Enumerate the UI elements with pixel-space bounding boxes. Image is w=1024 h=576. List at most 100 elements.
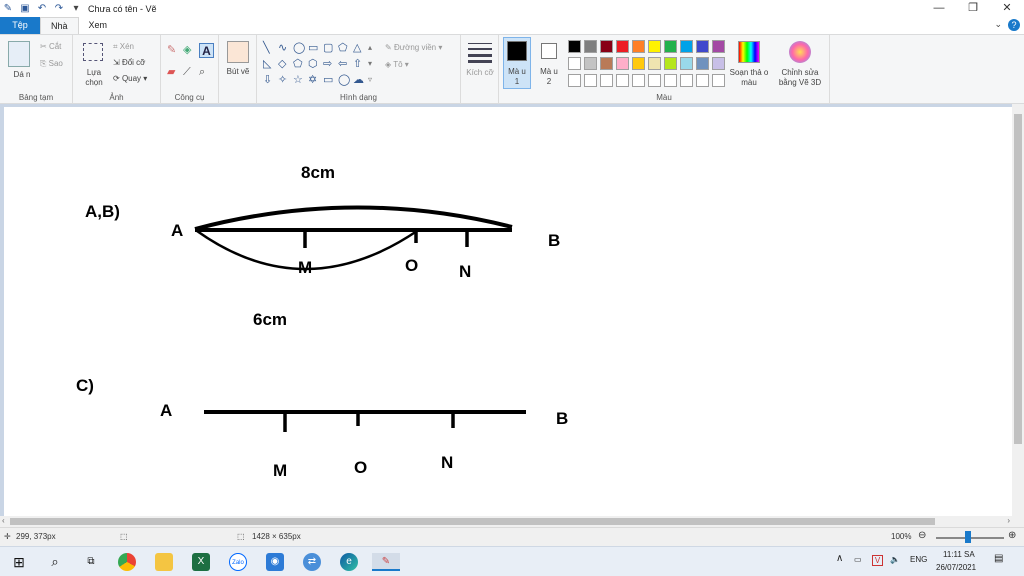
palette-swatch[interactable] xyxy=(712,40,725,53)
paint-taskbar-icon[interactable]: ✎ xyxy=(372,553,400,571)
palette-swatch[interactable] xyxy=(584,40,597,53)
customize-chevron-icon[interactable]: ▾ xyxy=(70,3,82,15)
redo-icon[interactable]: ↷ xyxy=(53,3,65,15)
callout-oval-shape-icon[interactable]: ◯ xyxy=(338,73,353,87)
tab-home[interactable]: Nhà xyxy=(40,17,79,34)
palette-swatch[interactable] xyxy=(632,57,645,70)
magnifier-icon[interactable]: ⌕ xyxy=(199,67,205,78)
color-picker-icon[interactable]: ⟋ xyxy=(183,67,191,78)
excel-icon[interactable]: X xyxy=(192,553,210,571)
callout-rect-shape-icon[interactable]: ▭ xyxy=(323,73,338,87)
pencil-icon[interactable]: ✎ xyxy=(167,45,176,56)
palette-swatch[interactable] xyxy=(600,40,613,53)
undo-icon[interactable]: ↶ xyxy=(36,3,48,15)
palette-swatch[interactable] xyxy=(664,74,677,87)
palette-swatch[interactable] xyxy=(568,74,581,87)
horizontal-scroll-thumb[interactable] xyxy=(10,518,935,525)
palette-swatch[interactable] xyxy=(632,40,645,53)
palette-swatch[interactable] xyxy=(632,74,645,87)
palette-swatch[interactable] xyxy=(616,74,629,87)
zoom-in-icon[interactable]: ⊕ xyxy=(1008,530,1016,541)
paste-button[interactable]: Dá n xyxy=(12,70,32,80)
shapes-gallery[interactable]: ╲ ∿ ◯ ▭ ▢ ⬠ △ ▴ ◺ ◇ ⬠ ⬡ ⇨ ⇦ ⇧ ▾ ⇩ ✧ ☆ ✡ ▭ ◯ ☁ ▿ xyxy=(263,41,383,87)
palette-swatch[interactable] xyxy=(600,57,613,70)
pentagon-shape-icon[interactable]: ⬠ xyxy=(293,57,308,71)
palette-swatch[interactable] xyxy=(664,40,677,53)
paint3d-icon[interactable] xyxy=(789,41,811,63)
restore-button[interactable]: ❐ xyxy=(956,0,990,17)
resize-button[interactable]: ⇲ Đổi cỡ xyxy=(113,58,145,68)
gallery-up-icon[interactable]: ▴ xyxy=(368,41,383,55)
polygon-shape-icon[interactable]: ⬠ xyxy=(338,41,353,55)
scroll-left-icon[interactable]: ‹ xyxy=(2,516,5,525)
gallery-down-icon[interactable]: ▾ xyxy=(368,57,383,71)
teamviewer-icon[interactable]: ⇄ xyxy=(303,553,321,571)
palette-swatch[interactable] xyxy=(696,40,709,53)
palette-swatch[interactable] xyxy=(648,57,661,70)
text-tool-icon[interactable]: A xyxy=(199,43,214,58)
edit-colors-button[interactable]: Soạn thả o màu xyxy=(729,68,769,88)
network-app-icon[interactable]: ◉ xyxy=(266,553,284,571)
scroll-right-icon[interactable]: › xyxy=(1007,516,1010,525)
palette-swatch[interactable] xyxy=(712,57,725,70)
select-button[interactable]: Lựa chọn xyxy=(79,68,109,88)
right-arrow-shape-icon[interactable]: ⇨ xyxy=(323,57,338,71)
outline-button[interactable]: ✎ Đường viền ▾ xyxy=(385,43,442,53)
palette-swatch[interactable] xyxy=(696,57,709,70)
palette-swatch[interactable] xyxy=(696,74,709,87)
fill-button[interactable]: ◈ Tô ▾ xyxy=(385,60,409,70)
windows-start-icon[interactable]: ⊞ xyxy=(10,553,28,571)
language-indicator[interactable]: ENG xyxy=(910,555,927,564)
palette-swatch[interactable] xyxy=(568,40,581,53)
callout-cloud-shape-icon[interactable]: ☁ xyxy=(353,73,368,87)
oval-shape-icon[interactable]: ◯ xyxy=(293,41,308,55)
edge-icon[interactable]: e xyxy=(340,553,358,571)
horizontal-scrollbar[interactable]: ‹ › xyxy=(0,516,1024,527)
paste-icon[interactable] xyxy=(8,41,30,67)
down-arrow-shape-icon[interactable]: ⇩ xyxy=(263,73,278,87)
tab-file[interactable]: Tệp xyxy=(0,17,40,34)
zoom-out-icon[interactable]: ⊖ xyxy=(918,530,926,541)
palette-swatch[interactable] xyxy=(664,57,677,70)
zalo-icon[interactable]: Zalo xyxy=(229,553,247,571)
palette-swatch[interactable] xyxy=(584,74,597,87)
palette-swatch[interactable] xyxy=(680,57,693,70)
notifications-icon[interactable]: ▤ xyxy=(994,553,1003,564)
color2-swatch[interactable] xyxy=(541,43,557,59)
select-icon[interactable] xyxy=(83,43,103,61)
palette-swatch[interactable] xyxy=(584,57,597,70)
crop-button[interactable]: ⌗ Xén xyxy=(113,42,134,52)
gallery-more-icon[interactable]: ▿ xyxy=(368,73,383,87)
hexagon-shape-icon[interactable]: ⬡ xyxy=(308,57,323,71)
collapse-ribbon-icon[interactable]: ⌄ xyxy=(994,19,1002,30)
edit-colors-icon[interactable] xyxy=(738,41,760,63)
fill-icon[interactable]: ◈ xyxy=(183,45,191,56)
up-arrow-shape-icon[interactable]: ⇧ xyxy=(353,57,368,71)
clock-date[interactable]: 26/07/2021 xyxy=(936,563,976,572)
save-icon[interactable]: ▣ xyxy=(19,3,31,15)
battery-icon[interactable]: ▭ xyxy=(854,555,862,564)
rounded-rectangle-shape-icon[interactable]: ▢ xyxy=(323,41,338,55)
rectangle-shape-icon[interactable]: ▭ xyxy=(308,41,323,55)
vertical-scroll-thumb[interactable] xyxy=(1014,114,1022,444)
drawing-canvas[interactable]: 8cm A,B) A B M O N 6cm C) A B M O N xyxy=(4,107,1012,516)
brush-icon[interactable] xyxy=(227,41,249,63)
triangle-shape-icon[interactable]: △ xyxy=(353,41,368,55)
copy-button[interactable]: ⎘ Sao xyxy=(40,59,63,69)
right-triangle-shape-icon[interactable]: ◺ xyxy=(263,57,278,71)
four-point-star-shape-icon[interactable]: ✧ xyxy=(278,73,293,87)
palette-swatch[interactable] xyxy=(648,74,661,87)
volume-icon[interactable]: 🔈 xyxy=(890,555,900,564)
clock-time[interactable]: 11:11 SA xyxy=(943,550,975,559)
palette-swatch[interactable] xyxy=(648,40,661,53)
palette-swatch[interactable] xyxy=(680,40,693,53)
cut-button[interactable]: ✂ Cắt xyxy=(40,42,61,52)
eraser-icon[interactable]: ▰ xyxy=(167,67,175,78)
left-arrow-shape-icon[interactable]: ⇦ xyxy=(338,57,353,71)
palette-swatch[interactable] xyxy=(568,57,581,70)
curve-shape-icon[interactable]: ∿ xyxy=(278,41,293,55)
line-size-icon[interactable] xyxy=(468,43,492,63)
zoom-slider-thumb[interactable] xyxy=(965,531,971,543)
color2-label[interactable]: Mà u 2 xyxy=(537,67,561,87)
six-point-star-shape-icon[interactable]: ✡ xyxy=(308,73,323,87)
